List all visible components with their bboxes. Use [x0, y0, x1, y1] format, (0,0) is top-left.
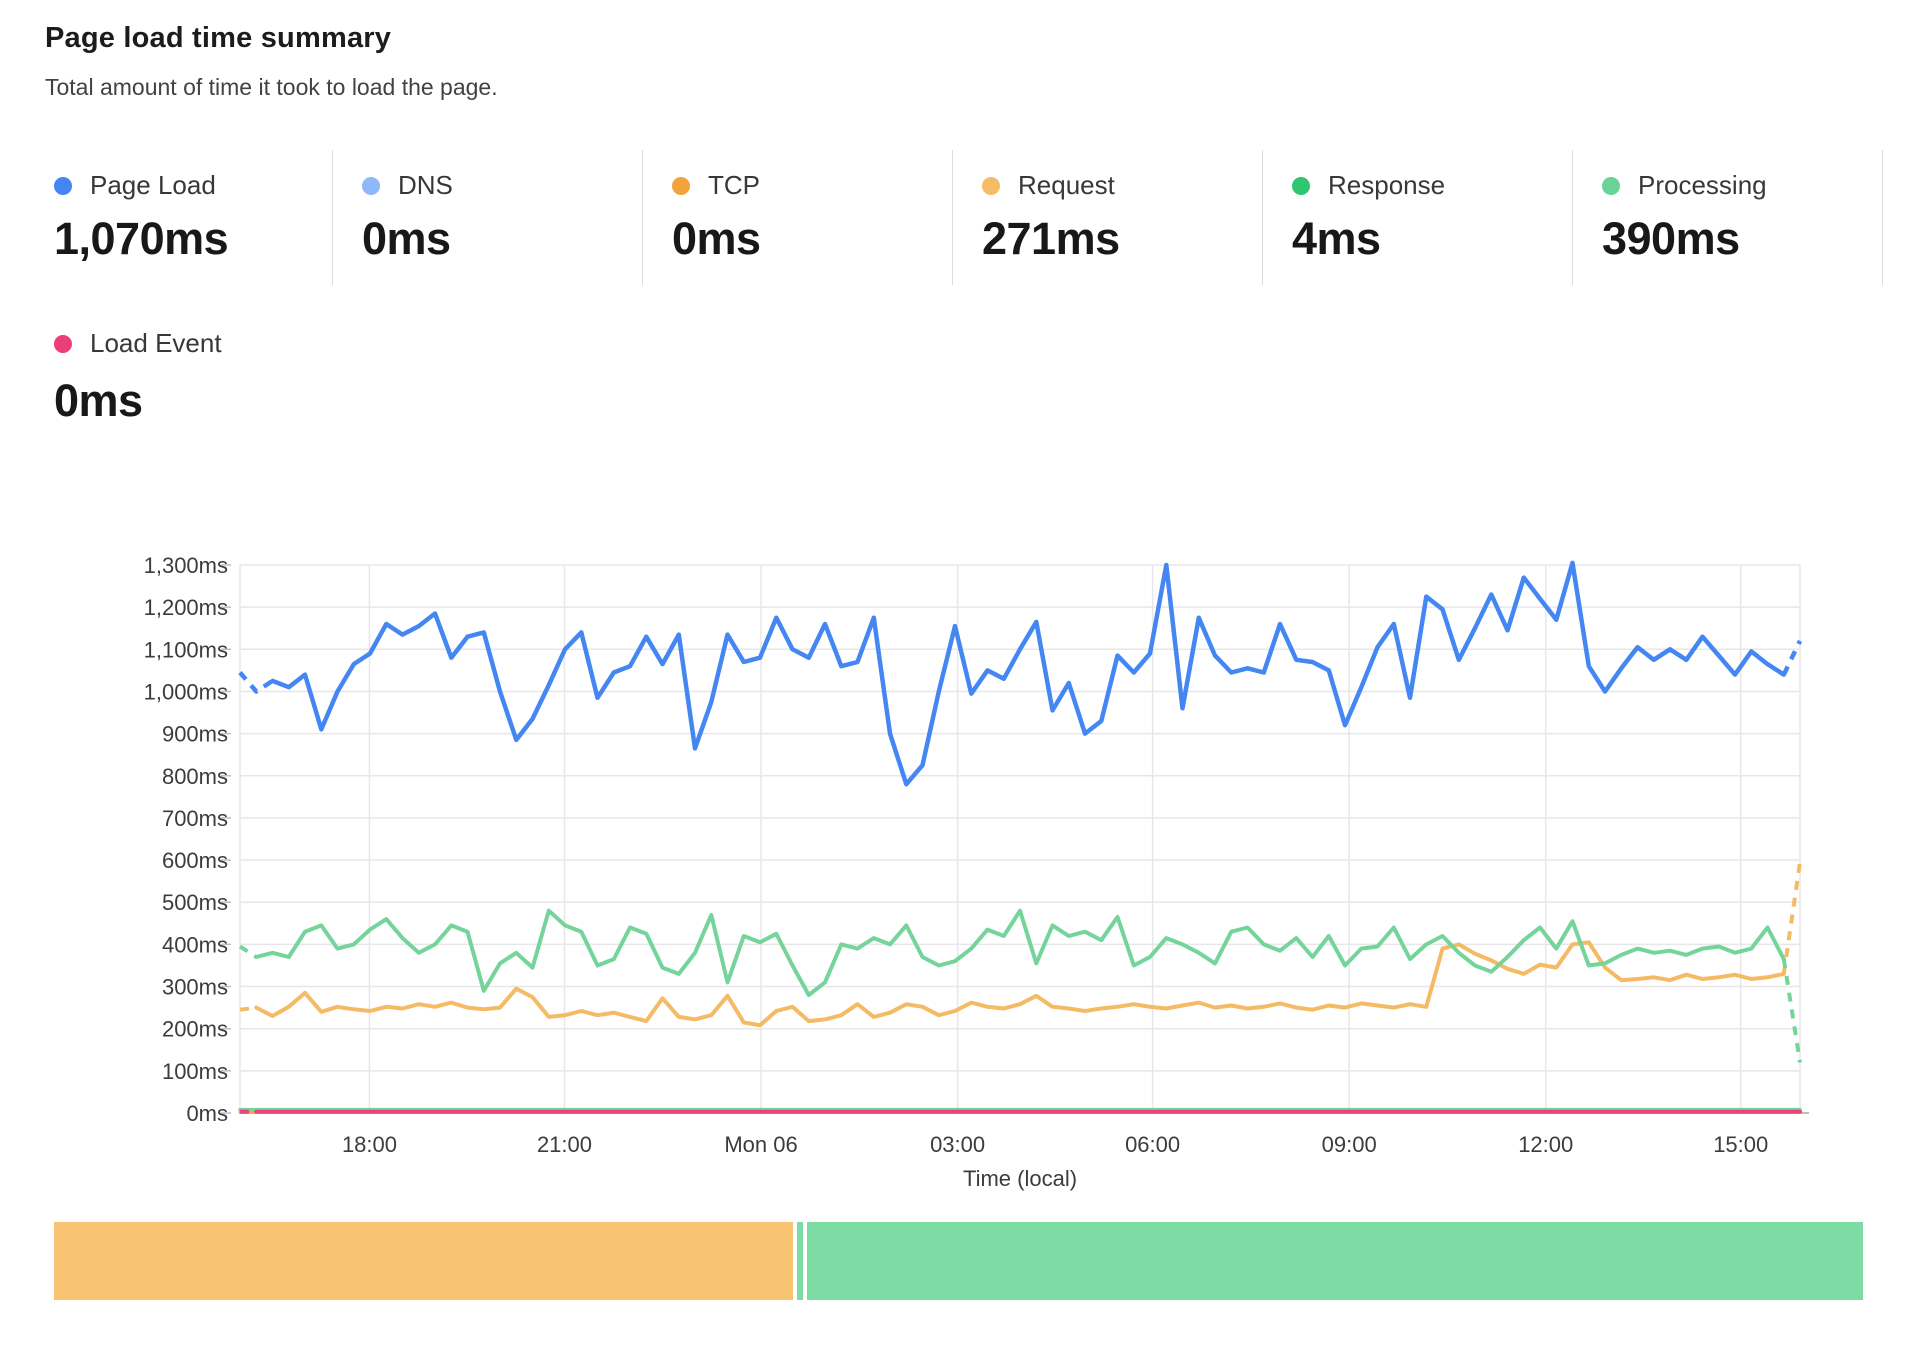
y-tick-label: 400ms: [162, 932, 228, 957]
page-load-line: [273, 563, 1784, 784]
x-axis-title: Time (local): [963, 1166, 1077, 1191]
processing-line-dashed: [240, 947, 256, 958]
request-line-dashed: [1784, 862, 1800, 974]
y-tick-label: 1,000ms: [144, 679, 228, 704]
stat-column-page-load: Page Load 1,070ms: [45, 150, 333, 285]
legend-line: Page Load: [54, 170, 332, 201]
stat-label: Processing: [1638, 170, 1767, 201]
bar-green: [807, 1222, 1863, 1300]
stat-label: Page Load: [90, 170, 216, 201]
tcp-legend-dot: [672, 177, 690, 195]
y-tick-label: 200ms: [162, 1017, 228, 1042]
stat-column-request: Request 271ms: [953, 150, 1263, 285]
page-load-line-dashed: [240, 673, 273, 692]
timeline-bar: [54, 1222, 1863, 1300]
x-tick-label: 03:00: [930, 1132, 985, 1157]
stat-value: 0ms: [362, 213, 642, 265]
stat-value: 1,070ms: [54, 213, 332, 265]
stat-label: DNS: [398, 170, 453, 201]
page-load-legend-dot: [54, 177, 72, 195]
y-tick-label: 700ms: [162, 806, 228, 831]
x-tick-label: 12:00: [1518, 1132, 1573, 1157]
y-tick-label: 100ms: [162, 1059, 228, 1084]
stat-column-dns: DNS 0ms: [333, 150, 643, 285]
request-line: [256, 942, 1784, 1025]
processing-legend-dot: [1602, 177, 1620, 195]
response-legend-dot: [1292, 177, 1310, 195]
y-tick-label: 900ms: [162, 722, 228, 747]
y-tick-label: 800ms: [162, 764, 228, 789]
page-title: Page load time summary: [45, 22, 391, 55]
y-tick-label: 1,300ms: [144, 553, 228, 578]
page-subtitle: Total amount of time it took to load the…: [45, 74, 498, 101]
legend-line: Response: [1292, 170, 1572, 201]
x-tick-label: Mon 06: [724, 1132, 797, 1157]
processing-line: [256, 911, 1784, 995]
y-tick-label: 0ms: [186, 1101, 228, 1126]
bar-green-sliver: [797, 1222, 803, 1300]
processing-line-dashed: [1784, 959, 1800, 1062]
x-tick-label: 18:00: [342, 1132, 397, 1157]
stat-value: 4ms: [1292, 213, 1572, 265]
stat-column-tcp: TCP 0ms: [643, 150, 953, 285]
legend-line: Processing: [1602, 170, 1882, 201]
y-tick-label: 300ms: [162, 975, 228, 1000]
stat-value: 271ms: [982, 213, 1262, 265]
x-tick-label: 21:00: [537, 1132, 592, 1157]
y-tick-label: 600ms: [162, 848, 228, 873]
stat-value: 390ms: [1602, 213, 1882, 265]
request-line-dashed: [240, 1008, 256, 1010]
stats-row: Page Load 1,070ms DNS 0ms TCP 0ms Request 271ms…: [45, 150, 1890, 285]
legend-line: DNS: [362, 170, 642, 201]
stat-column-processing: Processing 390ms: [1573, 150, 1883, 285]
x-tick-label: 09:00: [1322, 1132, 1377, 1157]
legend-line: Load Event: [54, 328, 222, 359]
request-legend-dot: [982, 177, 1000, 195]
load-event-legend-dot: [54, 335, 72, 353]
page-load-line-dashed: [1784, 641, 1800, 675]
y-tick-label: 500ms: [162, 890, 228, 915]
y-tick-label: 1,100ms: [144, 637, 228, 662]
x-tick-label: 06:00: [1125, 1132, 1180, 1157]
legend-line: Request: [982, 170, 1262, 201]
stat-label: Load Event: [90, 328, 222, 359]
stat-value: 0ms: [672, 213, 952, 265]
stat-label: TCP: [708, 170, 760, 201]
stat-label: Response: [1328, 170, 1445, 201]
legend-line: TCP: [672, 170, 952, 201]
stat-column-load-event: Load Event 0ms: [45, 328, 222, 427]
stat-column-response: Response 4ms: [1263, 150, 1573, 285]
stat-label: Request: [1018, 170, 1115, 201]
x-tick-label: 15:00: [1713, 1132, 1768, 1157]
dns-legend-dot: [362, 177, 380, 195]
y-tick-label: 1,200ms: [144, 595, 228, 620]
bar-orange: [54, 1222, 793, 1300]
stat-value: 0ms: [54, 375, 222, 427]
